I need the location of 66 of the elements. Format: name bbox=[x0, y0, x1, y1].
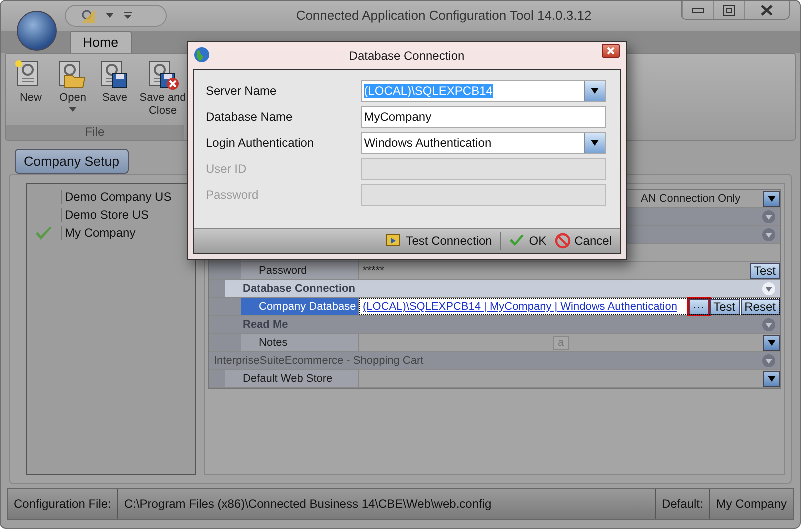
status-label: Configuration File: bbox=[8, 489, 118, 519]
ribbon-button[interactable]: Open bbox=[54, 60, 92, 126]
database-test-icon bbox=[386, 233, 402, 249]
globe-icon bbox=[194, 47, 210, 63]
status-label: Default: bbox=[656, 489, 710, 519]
category-label: Database Connection bbox=[243, 282, 356, 295]
collapse-icon[interactable] bbox=[762, 354, 776, 368]
close-icon bbox=[761, 4, 773, 16]
dropdown-arrow-icon[interactable] bbox=[591, 88, 599, 94]
category-label: Read Me bbox=[243, 318, 288, 331]
input-field[interactable]: MyCompany bbox=[361, 106, 606, 128]
app-menu-button[interactable] bbox=[17, 11, 57, 51]
check-icon bbox=[509, 234, 526, 248]
close-icon bbox=[607, 47, 615, 55]
ribbon-group-label: File bbox=[85, 125, 105, 140]
window-title: Connected Application Configuration Tool 14.0.3.12 bbox=[296, 8, 592, 24]
collapse-icon[interactable] bbox=[762, 318, 776, 332]
property-label: Default Web Store bbox=[243, 372, 333, 385]
dropdown-arrow-icon bbox=[768, 340, 776, 346]
dropdown-button[interactable] bbox=[763, 370, 780, 387]
grid-button[interactable]: Test bbox=[710, 298, 740, 315]
property-value: ***** bbox=[363, 264, 384, 277]
property-value: AN Connection Only bbox=[641, 192, 741, 205]
category-row[interactable]: Database Connection bbox=[225, 280, 780, 298]
save-close-file-icon bbox=[147, 60, 179, 90]
dropdown-arrow-icon bbox=[768, 376, 776, 382]
config-path: C:\Program Files (x86)\Connected Business 14\CBE\Web\web.config bbox=[118, 489, 656, 519]
section-tab[interactable]: Company Setup bbox=[15, 149, 129, 174]
dropdown-button[interactable] bbox=[763, 190, 780, 207]
caret-icon[interactable] bbox=[106, 13, 114, 18]
minimize-icon bbox=[692, 7, 704, 13]
ribbon-button[interactable]: Save and Close bbox=[138, 60, 188, 126]
property-label: Notes bbox=[259, 336, 288, 349]
field-label: Database Name bbox=[206, 110, 294, 124]
category-label: InterpriseSuiteEcommerce - Shopping Cart bbox=[214, 354, 424, 367]
ribbon-tab[interactable]: Home bbox=[70, 30, 132, 53]
field-label: Password bbox=[206, 188, 260, 202]
input-field[interactable] bbox=[361, 184, 606, 206]
dropdown-arrow-icon bbox=[768, 196, 776, 202]
restore-icon bbox=[723, 4, 735, 16]
input-field[interactable] bbox=[361, 158, 606, 180]
field-label: Server Name bbox=[206, 84, 278, 98]
ribbon-button[interactable]: Save bbox=[96, 60, 134, 126]
ribbon-button[interactable]: New bbox=[12, 60, 50, 126]
dialog-button[interactable]: Cancel bbox=[554, 233, 612, 249]
connection-link[interactable]: (LOCAL)\SQLEXPCB14 | MyCompany | Windows Authentication bbox=[363, 300, 678, 313]
dialog-button[interactable]: OK bbox=[509, 234, 547, 248]
dialog-title: Database Connection bbox=[349, 48, 465, 62]
property-label: Password bbox=[259, 264, 308, 277]
property-label: Company Database bbox=[259, 300, 356, 313]
dropdown-arrow-icon[interactable] bbox=[591, 140, 599, 146]
dialog-button[interactable]: Test Connection bbox=[386, 233, 492, 249]
collapse-icon[interactable] bbox=[762, 282, 776, 296]
grid-button[interactable]: Test bbox=[750, 262, 780, 279]
grid-button[interactable]: Reset bbox=[740, 298, 780, 315]
dropdown-button[interactable] bbox=[763, 334, 780, 351]
combo-field[interactable]: Windows Authentication bbox=[361, 132, 606, 154]
grid-button[interactable]: ··· bbox=[688, 298, 709, 315]
close-button[interactable] bbox=[602, 44, 620, 58]
collapse-icon[interactable] bbox=[762, 210, 776, 224]
customize-icon[interactable] bbox=[124, 12, 132, 20]
field-label: User ID bbox=[206, 162, 248, 176]
collapse-icon[interactable] bbox=[762, 228, 776, 242]
field-label: Login Authentication bbox=[206, 136, 316, 150]
cancel-icon bbox=[554, 233, 571, 249]
default-company: My Company bbox=[715, 496, 788, 514]
